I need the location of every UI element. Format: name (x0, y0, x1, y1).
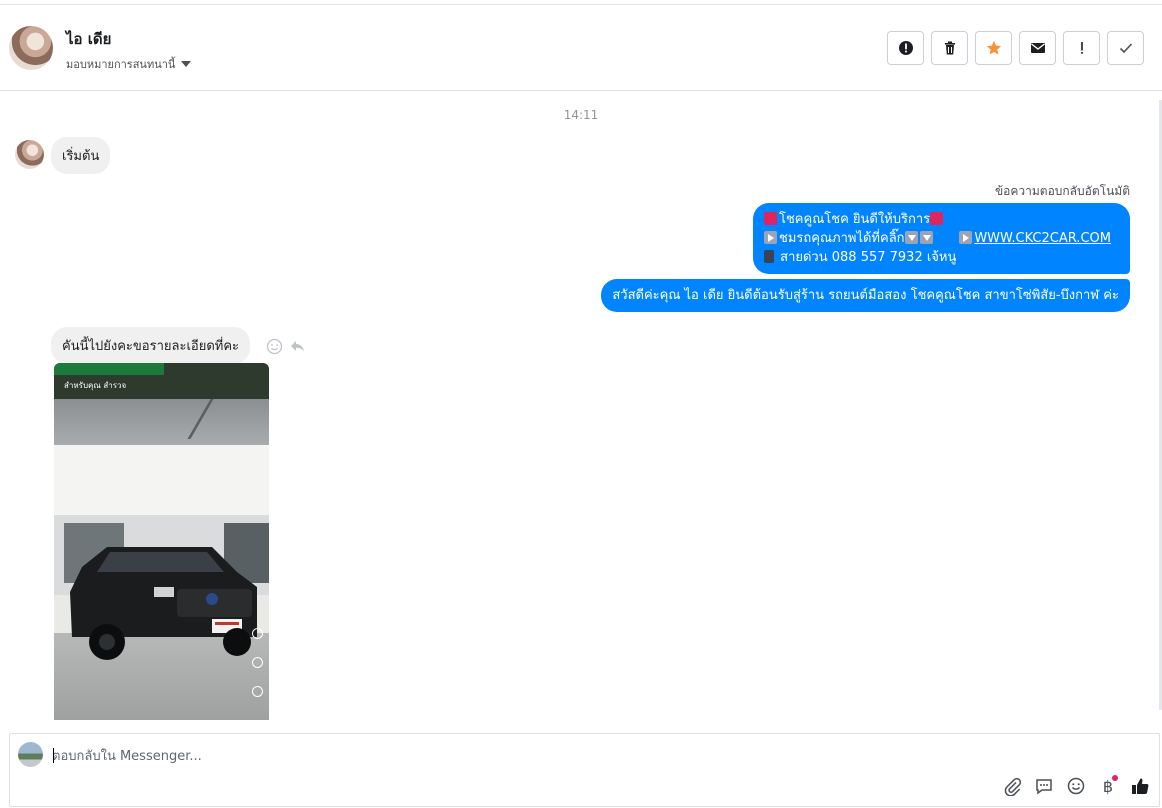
comment-icon (252, 657, 263, 668)
attachment-icon[interactable] (1002, 776, 1022, 796)
down-arrow-icon (919, 231, 933, 244)
star-icon (986, 41, 1001, 55)
auto-reply-text: ชมรถคุณภาพได้ที่คลิ๊ก (779, 231, 905, 246)
red-heart-icon (930, 212, 944, 225)
assign-conversation-dropdown[interactable]: มอบหมายการสนทนานี้ (66, 55, 192, 73)
image-attachment[interactable]: สำหรับคุณ สำรวจ (54, 363, 269, 720)
reply-icon[interactable] (289, 338, 306, 355)
composer-tools: ฿ (1002, 774, 1150, 796)
star-button[interactable] (975, 31, 1012, 65)
conversation-header: ไอ เดีย มอบหมายการสนทนานี้ (0, 5, 1162, 91)
alert-circle-icon (898, 41, 913, 55)
saved-replies-icon[interactable] (1034, 776, 1054, 796)
play-icon (959, 231, 973, 244)
play-icon (764, 231, 777, 244)
checkmark-icon (1119, 43, 1132, 54)
photo-banner (54, 363, 164, 375)
down-arrow-icon (904, 231, 918, 244)
message-actions (266, 338, 306, 355)
like-icon (252, 628, 263, 639)
reply-input[interactable] (52, 746, 752, 766)
contact-avatar-small[interactable] (15, 140, 44, 169)
header-actions (887, 31, 1144, 65)
assign-label: มอบหมายการสนทนานี้ (66, 58, 176, 71)
message-thread[interactable]: 14:11 เริ่มต้น ข้อความตอบกลับอัตโนมัติ โ… (0, 92, 1162, 720)
message-composer: ฿ (9, 733, 1160, 807)
emoji-icon[interactable] (1066, 776, 1086, 796)
notification-dot (1112, 774, 1118, 781)
text-cursor (53, 748, 54, 763)
auto-reply-line: ชมรถคุณภาพได้ที่คลิ๊ก WWW.CKC2CAR.COM (764, 229, 1119, 248)
mark-unread-button[interactable] (1019, 31, 1056, 65)
page-avatar (18, 742, 43, 767)
photo-caption: สำหรับคุณ สำรวจ (64, 381, 127, 390)
auto-reply-line: สายด่วน 088 557 7932 เจ้หนู (764, 248, 1119, 267)
website-link[interactable]: WWW.CKC2CAR.COM (974, 231, 1111, 246)
auto-reply-label: ข้อความตอบกลับอัตโนมัติ (994, 184, 1130, 198)
message-timestamp: 14:11 (563, 108, 599, 122)
auto-reply-line: โชคคูณโชค ยินดีให้บริการ (764, 210, 1119, 229)
envelope-icon (1030, 43, 1045, 53)
emoji-react-icon[interactable] (266, 338, 283, 355)
incoming-message[interactable]: คันนี้ไปยังคะขอรายละเอียดที่คะ (51, 327, 251, 364)
auto-reply-text: สายด่วน 088 557 7932 เจ้หนู (780, 250, 957, 265)
photo-wall (54, 445, 269, 515)
delete-button[interactable] (931, 31, 968, 65)
contact-avatar[interactable] (9, 26, 53, 70)
payment-button[interactable]: ฿ (1098, 774, 1118, 796)
phone-icon (764, 250, 774, 263)
mark-done-button[interactable] (1107, 31, 1144, 65)
car-illustration (70, 547, 257, 660)
caret-down-icon (181, 61, 192, 67)
share-icon (252, 686, 263, 697)
thumbs-up-icon[interactable] (1130, 776, 1150, 796)
follow-up-button[interactable] (1063, 31, 1100, 65)
photo-side-icons (252, 628, 263, 697)
auto-reply-message[interactable]: โชคคูณโชค ยินดีให้บริการ ชมรถคุณภาพได้ที… (753, 203, 1130, 274)
contact-name[interactable]: ไอ เดีย (66, 27, 111, 51)
greeting-message[interactable]: สวัสดีค่ะคุณ ไอ เดีย ยินดีต้อนรับสู่ร้าน… (601, 279, 1130, 312)
red-heart-icon (764, 212, 777, 225)
trash-icon (944, 41, 955, 55)
incoming-message[interactable]: เริ่มต้น (51, 137, 111, 174)
auto-reply-text: โชคคูณโชค ยินดีให้บริการ (779, 212, 931, 227)
exclamation-icon (1080, 42, 1083, 54)
spam-button[interactable] (887, 31, 924, 65)
